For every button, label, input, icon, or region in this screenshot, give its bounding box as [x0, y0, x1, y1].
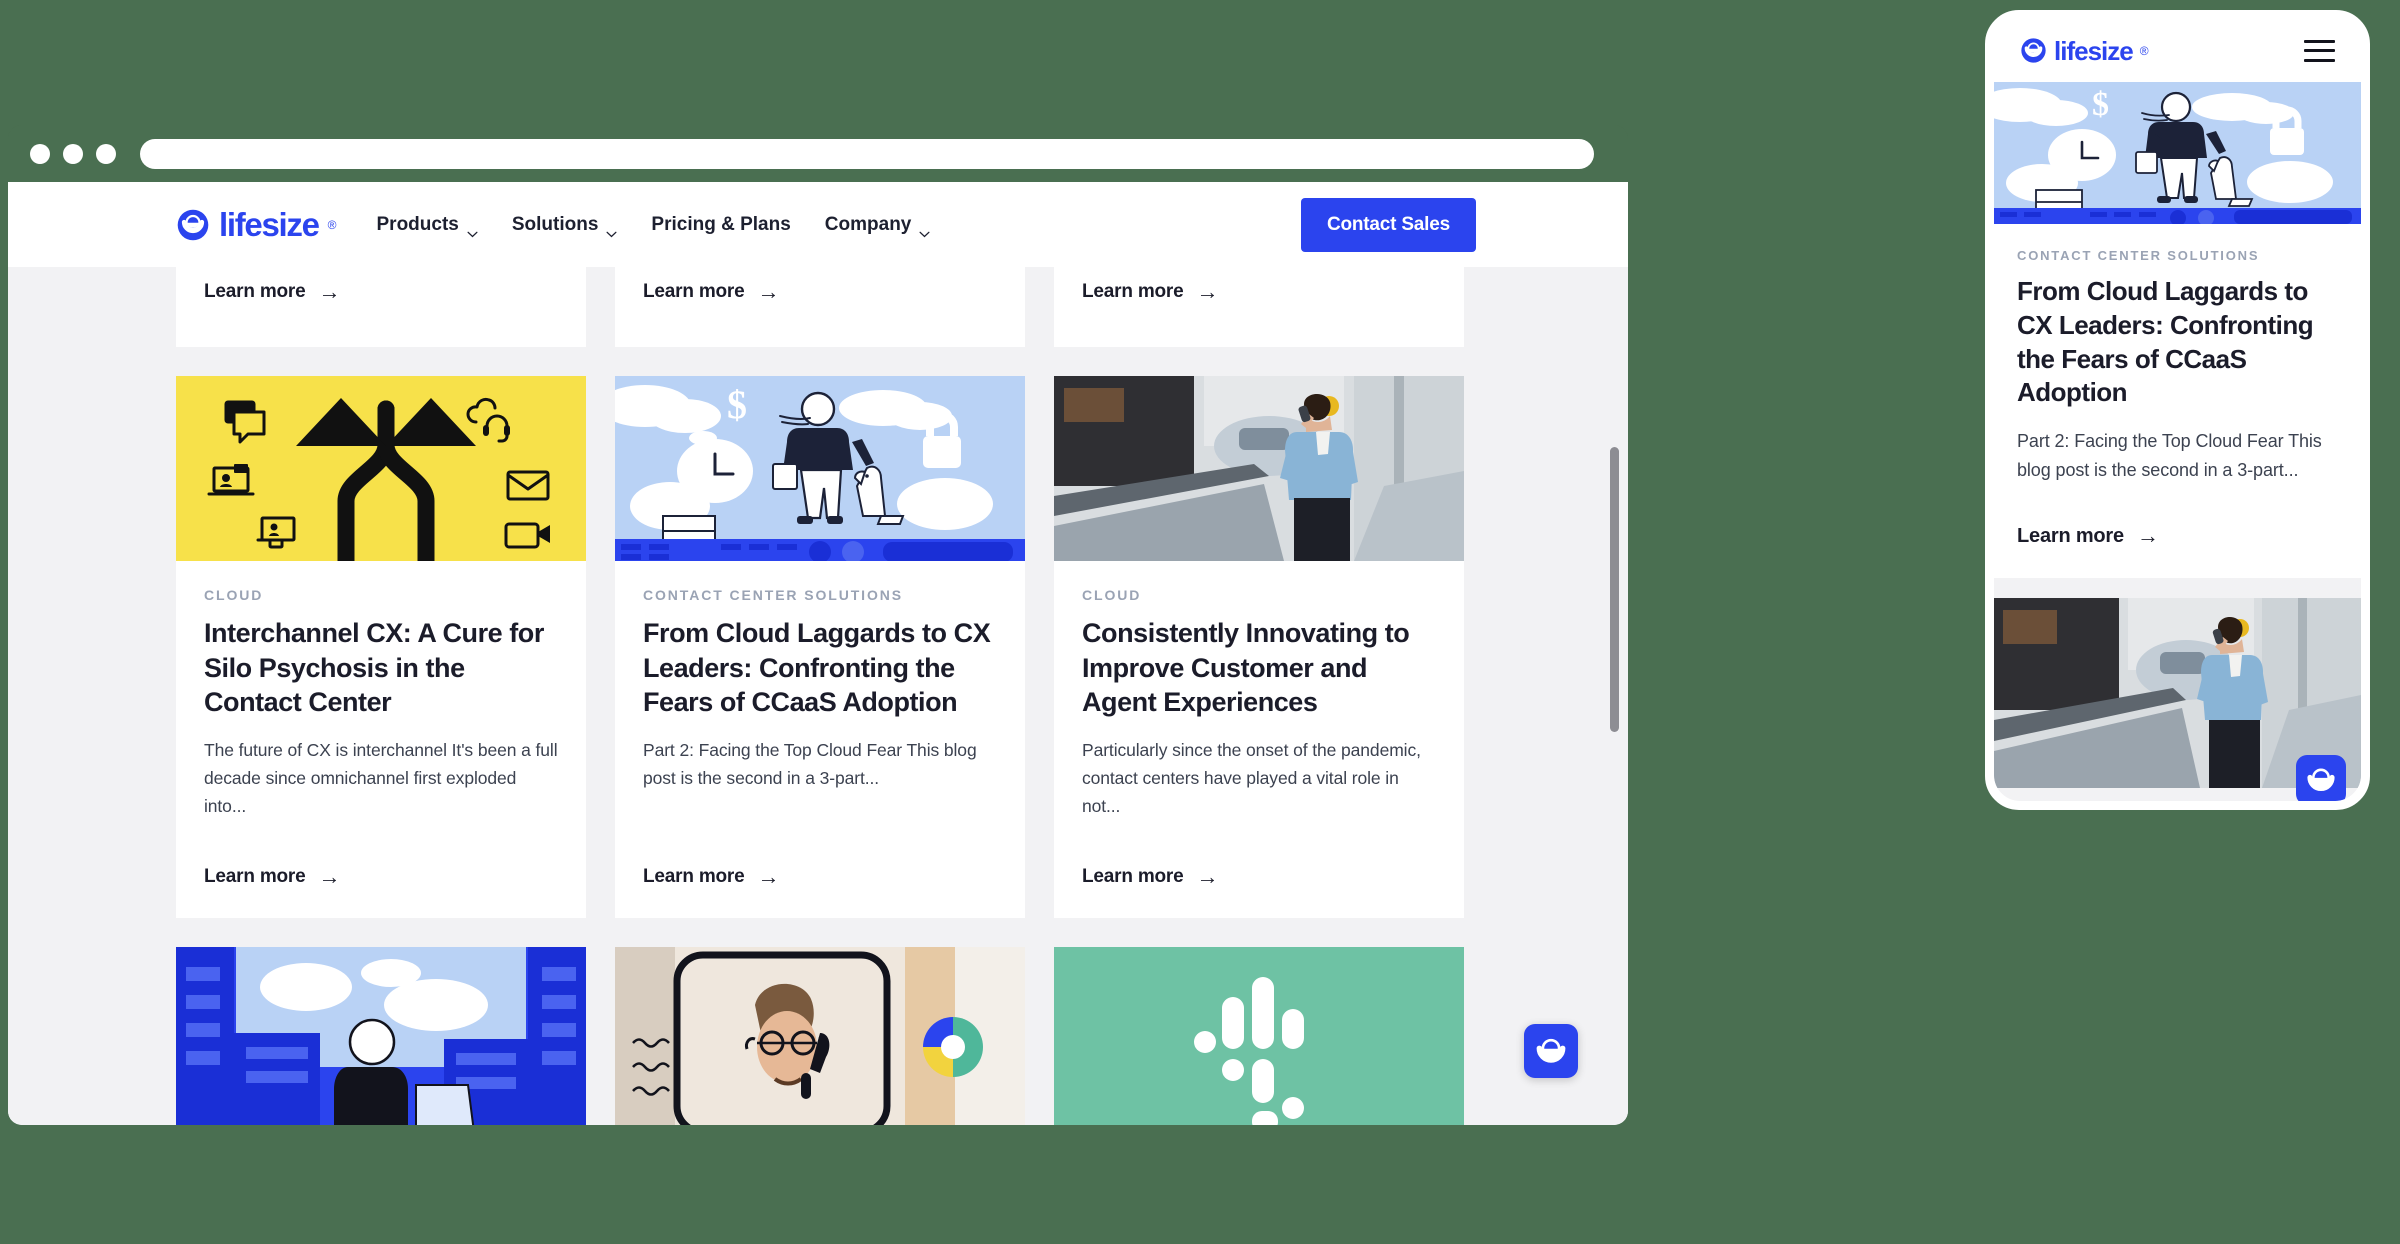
vertical-scrollbar[interactable]	[1610, 447, 1619, 732]
arrow-right-icon: →	[318, 863, 341, 889]
chevron-down-icon	[467, 222, 478, 238]
nav-item-pricing-plans[interactable]: Pricing & Plans	[651, 214, 790, 236]
nav-label: Company	[824, 213, 912, 235]
mobile-device-mockup: lifesize ® $ CONTACT CENTER SOLUTIONS Fr…	[1985, 10, 2370, 810]
learn-more-label: Learn more	[643, 281, 745, 302]
mobile-brand-logo[interactable]: lifesize ®	[2020, 37, 2149, 64]
window-close-dot[interactable]	[30, 143, 50, 164]
card-illustration-blue-city	[176, 946, 586, 1125]
learn-more-label: Learn more	[643, 865, 745, 887]
learn-more-label: Learn more	[204, 281, 306, 302]
lifesize-logo-icon	[1536, 1038, 1566, 1063]
main-navigation: Products Solutions Pricing & Plans Compa…	[376, 213, 931, 238]
card-excerpt: The future of CX is interchannel It's be…	[204, 739, 558, 816]
card-category: CLOUD	[204, 587, 264, 603]
learn-more-label: Learn more	[2017, 524, 2124, 547]
arrow-right-icon: →	[1196, 863, 1219, 889]
mobile-card-excerpt: Part 2: Facing the Top Cloud Fear This b…	[2017, 431, 2322, 480]
brand-wordmark: lifesize	[219, 206, 320, 243]
card-category: CONTACT CENTER SOLUTIONS	[643, 587, 904, 603]
lifesize-logo-icon	[2020, 37, 2047, 64]
card-illustration-channels	[176, 376, 586, 561]
blog-card-partial-top-2[interactable]: Learn more →	[615, 267, 1025, 347]
mobile-chat-widget-button[interactable]	[2296, 755, 2346, 801]
hamburger-menu-icon[interactable]	[2304, 39, 2335, 62]
mobile-learn-more-link[interactable]: Learn more →	[2017, 485, 2338, 578]
learn-more-label: Learn more	[204, 865, 306, 887]
browser-viewport: lifesize ® Products Solutions Pricing & …	[8, 182, 1628, 1125]
learn-more-link[interactable]: Learn more →	[204, 267, 558, 347]
mobile-site-header: lifesize ®	[1994, 19, 2361, 82]
nav-label: Solutions	[511, 213, 599, 235]
arrow-right-icon: →	[2136, 523, 2159, 549]
nav-label: Pricing & Plans	[651, 213, 791, 235]
svg-text:$: $	[2092, 86, 2109, 123]
mobile-viewport: lifesize ® $ CONTACT CENTER SOLUTIONS Fr…	[1994, 19, 2361, 801]
nav-item-company[interactable]: Company	[824, 213, 931, 238]
chevron-down-icon	[919, 222, 930, 238]
nav-label: Products	[376, 213, 459, 235]
arrow-right-icon: →	[318, 279, 341, 304]
card-illustration-person-dog: $	[615, 376, 1025, 561]
learn-more-label: Learn more	[1082, 865, 1184, 887]
blog-card-partial-bottom-1[interactable]	[176, 946, 586, 1125]
brand-registered-mark: ®	[2139, 43, 2149, 58]
learn-more-link[interactable]: Learn more →	[1082, 820, 1436, 918]
card-excerpt: Particularly since the onset of the pand…	[1082, 739, 1421, 816]
card-title: From Cloud Laggards to CX Leaders: Confr…	[643, 618, 991, 718]
contact-sales-button[interactable]: Contact Sales	[1300, 197, 1476, 252]
browser-chrome-bar	[8, 125, 1628, 182]
blog-card-grid: Learn more → Learn more → Learn more → C…	[176, 267, 1464, 1125]
mobile-blog-card-cloud-laggards[interactable]: $ CONTACT CENTER SOLUTIONS From Cloud La…	[1994, 82, 2361, 578]
learn-more-link[interactable]: Learn more →	[1082, 267, 1436, 347]
arrow-right-icon: →	[757, 279, 780, 304]
blog-card-partial-bottom-3[interactable]	[1054, 946, 1464, 1125]
desktop-browser-mockup: lifesize ® Products Solutions Pricing & …	[8, 125, 1628, 1125]
learn-more-link[interactable]: Learn more →	[643, 820, 997, 918]
window-maximize-dot[interactable]	[96, 143, 116, 164]
blog-card-consistently-innovating[interactable]: CLOUD Consistently Innovating to Improve…	[1054, 376, 1464, 918]
mobile-card-separator	[1994, 577, 2361, 598]
blog-card-partial-top-3[interactable]: Learn more →	[1054, 267, 1464, 347]
learn-more-link[interactable]: Learn more →	[204, 820, 558, 918]
lifesize-logo-icon	[176, 208, 210, 242]
blog-listing-body: Learn more → Learn more → Learn more → C…	[8, 267, 1628, 1125]
chat-widget-button[interactable]	[1524, 1024, 1578, 1078]
lifesize-logo-icon	[2307, 768, 2335, 791]
window-minimize-dot[interactable]	[63, 143, 83, 164]
site-header: lifesize ® Products Solutions Pricing & …	[8, 182, 1628, 267]
card-title: Interchannel CX: A Cure for Silo Psychos…	[204, 618, 544, 718]
card-photo-video-call	[615, 946, 1025, 1125]
brand-registered-mark: ®	[327, 217, 337, 232]
hamburger-bar	[2304, 49, 2335, 52]
blog-card-partial-bottom-2[interactable]	[615, 946, 1025, 1125]
nav-item-solutions[interactable]: Solutions	[511, 213, 618, 238]
svg-text:$: $	[727, 382, 747, 427]
hamburger-bar	[2304, 39, 2335, 43]
blog-card-partial-top-1[interactable]: Learn more →	[176, 267, 586, 347]
hamburger-bar	[2304, 58, 2335, 62]
nav-item-products[interactable]: Products	[376, 213, 478, 238]
arrow-right-icon: →	[757, 863, 780, 889]
learn-more-link[interactable]: Learn more →	[643, 267, 997, 347]
window-controls	[30, 143, 116, 164]
brand-logo[interactable]: lifesize ®	[176, 208, 337, 242]
mobile-card-content: CONTACT CENTER SOLUTIONS From Cloud Lagg…	[1994, 224, 2361, 578]
card-excerpt: Part 2: Facing the Top Cloud Fear This b…	[643, 739, 977, 788]
card-photo-escalator	[1054, 376, 1464, 561]
mobile-card-category: CONTACT CENTER SOLUTIONS	[2017, 248, 2260, 263]
address-bar[interactable]	[140, 138, 1594, 169]
blog-card-cloud-laggards[interactable]: $ CONTACT CENTER SOLUTIONS From Cloud La…	[615, 376, 1025, 918]
chevron-down-icon	[606, 222, 617, 238]
mobile-brand-wordmark: lifesize	[2054, 35, 2134, 66]
learn-more-label: Learn more	[1082, 281, 1184, 302]
mobile-card-illustration-person-dog: $	[1994, 82, 2361, 224]
mobile-blog-body: $ CONTACT CENTER SOLUTIONS From Cloud La…	[1994, 82, 2361, 801]
card-title: Consistently Innovating to Improve Custo…	[1082, 618, 1410, 718]
card-illustration-slack-logo	[1054, 946, 1464, 1125]
mobile-card-title: From Cloud Laggards to CX Leaders: Confr…	[2017, 276, 2314, 408]
blog-card-interchannel-cx[interactable]: CLOUD Interchannel CX: A Cure for Silo P…	[176, 376, 586, 918]
arrow-right-icon: →	[1196, 279, 1219, 304]
card-category: CLOUD	[1082, 587, 1142, 603]
